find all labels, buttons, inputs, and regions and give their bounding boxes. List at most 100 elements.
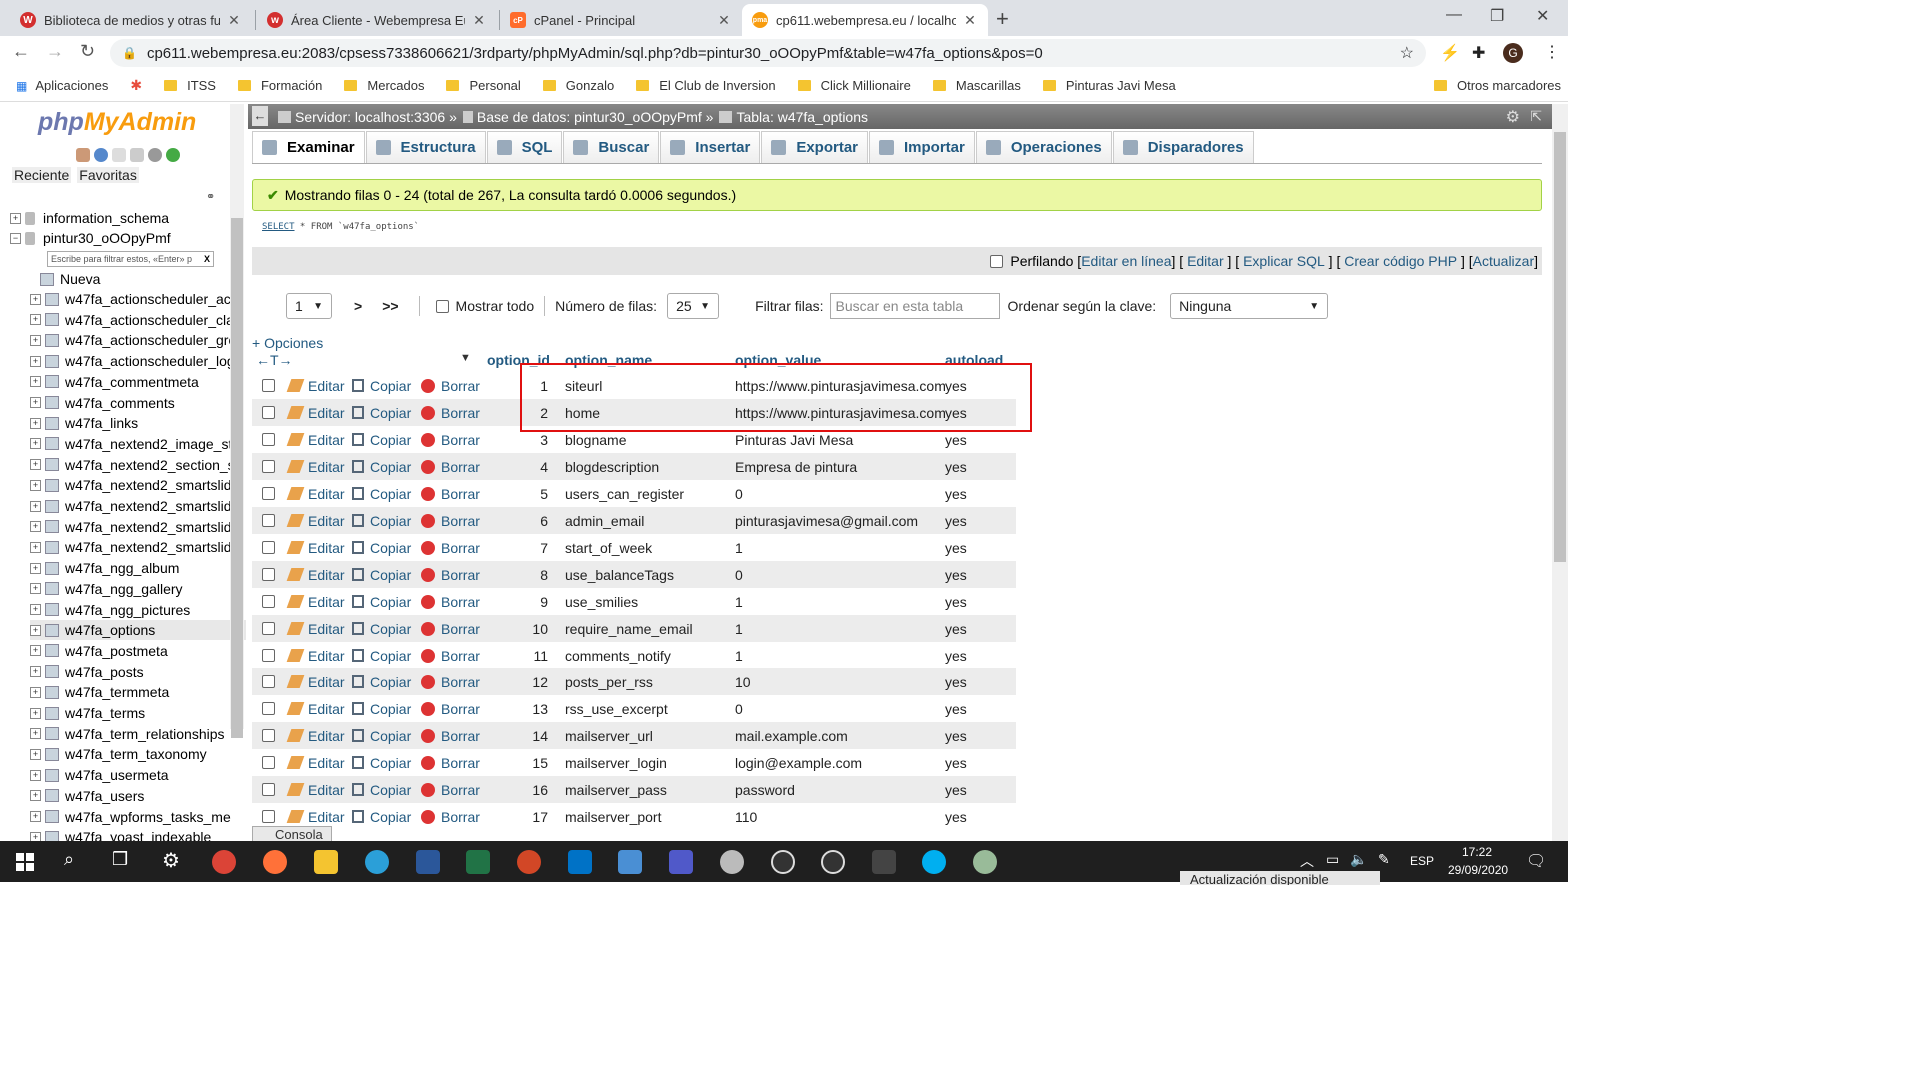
- recent-tab[interactable]: Reciente: [12, 167, 72, 183]
- db-information-schema[interactable]: + information_schema: [10, 208, 228, 228]
- expand-icon[interactable]: +: [30, 479, 41, 491]
- sidebar-table-item[interactable]: + w47fa_posts: [30, 662, 246, 682]
- cell-option-name[interactable]: comments_notify: [565, 648, 671, 664]
- cell-option-value[interactable]: 1: [735, 540, 743, 556]
- edit-link[interactable]: Editar: [286, 378, 345, 394]
- firefox-icon[interactable]: [263, 850, 287, 874]
- page-select[interactable]: 1 ▼: [286, 293, 332, 319]
- cell-autoload[interactable]: yes: [945, 674, 967, 690]
- copy-link[interactable]: Copiar: [352, 378, 411, 394]
- cell-option-name[interactable]: mailserver_login: [565, 755, 667, 771]
- profiling-checkbox[interactable]: [990, 254, 1004, 268]
- cell-option-name[interactable]: rss_use_excerpt: [565, 701, 668, 717]
- edit-link[interactable]: Editar: [286, 728, 345, 744]
- cell-option-id[interactable]: 8: [520, 567, 548, 583]
- sort-dropdown-icon[interactable]: ▼: [460, 352, 471, 364]
- sidebar-table-item[interactable]: + w47fa_ngg_pictures: [30, 600, 246, 620]
- row-checkbox[interactable]: [262, 594, 275, 608]
- reload-icon[interactable]: [166, 148, 180, 162]
- edge-icon[interactable]: [365, 850, 389, 874]
- row-checkbox[interactable]: [262, 756, 275, 770]
- close-tab-icon[interactable]: ✕: [471, 12, 487, 29]
- bookmark-colorful[interactable]: ✱: [130, 77, 142, 94]
- bookmark-folder[interactable]: Pinturas Javi Mesa: [1042, 78, 1176, 93]
- sidebar-table-item[interactable]: + w47fa_nextend2_smartslid: [30, 517, 246, 537]
- delete-link[interactable]: Borrar: [421, 405, 480, 421]
- expand-icon[interactable]: +: [10, 212, 21, 224]
- close-tab-icon[interactable]: ✕: [716, 12, 732, 29]
- expand-icon[interactable]: +: [30, 811, 41, 822]
- delete-link[interactable]: Borrar: [421, 809, 480, 825]
- file-explorer-icon[interactable]: [314, 850, 338, 874]
- cell-option-id[interactable]: 7: [520, 540, 548, 556]
- cell-option-id[interactable]: 10: [520, 621, 548, 637]
- edit-link[interactable]: Editar: [286, 674, 345, 690]
- cell-option-value[interactable]: 1: [735, 648, 743, 664]
- delete-link[interactable]: Borrar: [421, 432, 480, 448]
- sidebar-table-item[interactable]: + w47fa_commentmeta: [30, 372, 246, 392]
- table-filter-input[interactable]: Escribe para filtrar estos, «Enter» pX: [47, 251, 214, 267]
- expand-icon[interactable]: +: [30, 293, 41, 305]
- cell-option-id[interactable]: 14: [520, 728, 548, 744]
- snip-tool-icon[interactable]: [973, 850, 997, 874]
- copy-link[interactable]: Copiar: [352, 674, 411, 690]
- sidebar-table-item[interactable]: + w47fa_actionscheduler_gro: [30, 330, 246, 350]
- close-window-icon[interactable]: ✕: [1536, 6, 1549, 26]
- row-checkbox[interactable]: [262, 540, 275, 554]
- excel-icon[interactable]: [466, 850, 490, 874]
- app-icon[interactable]: [872, 850, 896, 874]
- copy-link[interactable]: Copiar: [352, 432, 411, 448]
- edit-link[interactable]: Editar: [286, 405, 345, 421]
- cell-option-name[interactable]: admin_email: [565, 513, 644, 529]
- expand-icon[interactable]: +: [30, 541, 41, 553]
- collapse-nav-icon[interactable]: ←: [252, 106, 268, 126]
- pen-icon[interactable]: ✎: [1378, 851, 1390, 868]
- scroll-thumb[interactable]: [1554, 132, 1566, 562]
- delete-link[interactable]: Borrar: [421, 459, 480, 475]
- cell-option-value[interactable]: Pinturas Javi Mesa: [735, 432, 853, 448]
- delete-link[interactable]: Borrar: [421, 486, 480, 502]
- browser-tab-4[interactable]: pma cp611.webempresa.eu / localhost ✕: [742, 4, 988, 36]
- expand-icon[interactable]: +: [30, 604, 41, 615]
- outlook-icon[interactable]: [568, 850, 592, 874]
- expand-icon[interactable]: +: [30, 397, 41, 408]
- expand-icon[interactable]: +: [30, 500, 41, 512]
- bookmark-folder[interactable]: Formación: [237, 78, 322, 93]
- home-icon[interactable]: [76, 148, 90, 162]
- breadcrumb-server[interactable]: Servidor: localhost:3306 »: [295, 109, 457, 125]
- delete-link[interactable]: Borrar: [421, 782, 480, 798]
- expand-icon[interactable]: +: [30, 645, 41, 657]
- sidebar-table-item[interactable]: + w47fa_actionscheduler_ac: [30, 289, 246, 309]
- edit-link[interactable]: Editar: [286, 486, 345, 502]
- edit-link[interactable]: Editar: [286, 567, 345, 583]
- phpmyadmin-logo[interactable]: phpMyAdmin: [38, 108, 196, 137]
- cell-option-value[interactable]: 110: [735, 809, 757, 825]
- copy-link[interactable]: Copiar: [352, 755, 411, 771]
- cell-option-id[interactable]: 11: [520, 648, 548, 664]
- expand-icon[interactable]: +: [30, 707, 41, 719]
- row-checkbox[interactable]: [262, 783, 275, 797]
- cell-option-value[interactable]: password: [735, 782, 795, 798]
- expand-icon[interactable]: +: [30, 686, 41, 698]
- new-tab-icon[interactable]: +: [996, 6, 1009, 32]
- cell-option-name[interactable]: mailserver_url: [565, 728, 653, 744]
- expand-icon[interactable]: +: [30, 666, 41, 678]
- sidebar-table-item[interactable]: + w47fa_ngg_album: [30, 558, 246, 578]
- language-indicator[interactable]: ESP: [1410, 854, 1434, 868]
- collapse-icon[interactable]: −: [10, 232, 21, 244]
- sidebar-table-item[interactable]: + w47fa_wpforms_tasks_me: [30, 807, 246, 827]
- delete-link[interactable]: Borrar: [421, 594, 480, 610]
- delete-link[interactable]: Borrar: [421, 648, 480, 664]
- delete-link[interactable]: Borrar: [421, 728, 480, 744]
- cell-option-value[interactable]: 1: [735, 594, 743, 610]
- edit-link[interactable]: Editar: [286, 432, 345, 448]
- sidebar-table-item[interactable]: + w47fa_actionscheduler_log: [30, 351, 246, 371]
- edit-link[interactable]: Editar: [286, 782, 345, 798]
- row-checkbox[interactable]: [262, 486, 275, 500]
- expand-icon[interactable]: +: [30, 583, 41, 595]
- edit-link[interactable]: Editar: [286, 540, 345, 556]
- copy-link[interactable]: Copiar: [352, 621, 411, 637]
- chrome-icon[interactable]: [212, 850, 236, 874]
- cell-autoload[interactable]: yes: [945, 513, 967, 529]
- browser-tab-3[interactable]: cP cPanel - Principal ✕: [500, 4, 742, 36]
